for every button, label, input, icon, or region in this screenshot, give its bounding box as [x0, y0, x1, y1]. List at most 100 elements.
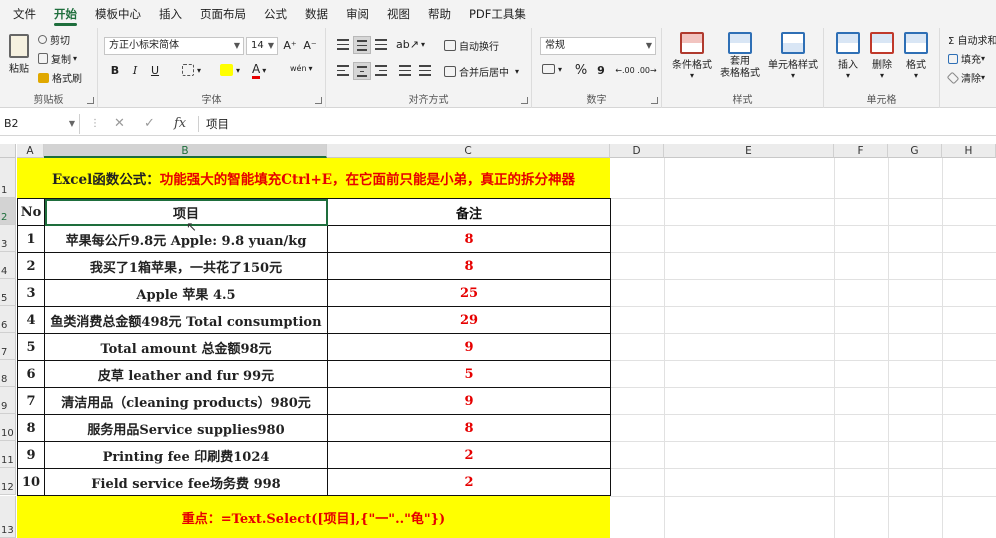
underline-button[interactable]: U [146, 62, 164, 80]
cell-no[interactable]: 4 [17, 306, 45, 334]
alignment-launcher-icon[interactable] [521, 97, 528, 104]
merge-center-button[interactable]: 合并后居中 ▾ [444, 64, 519, 79]
menu-tab[interactable]: PDF工具集 [460, 0, 535, 28]
cell-no[interactable]: 3 [17, 279, 45, 307]
menu-tab[interactable]: 视图 [378, 0, 419, 28]
menu-tab[interactable]: 页面布局 [191, 0, 255, 28]
shrink-font-button[interactable]: A⁻ [301, 37, 319, 55]
conditional-format-button[interactable]: 条件格式 ▾ [666, 32, 718, 80]
column-header[interactable]: H [942, 144, 996, 158]
insert-cells-button[interactable]: 插入 ▾ [832, 32, 864, 80]
orientation-button[interactable]: ab↗ ▾ [396, 38, 425, 51]
cell-note[interactable]: 8 [327, 252, 611, 280]
row-header[interactable]: 13 [0, 496, 16, 538]
column-header[interactable]: D [610, 144, 664, 158]
menu-tab[interactable]: 公式 [255, 0, 296, 28]
align-top-icon[interactable] [334, 36, 352, 54]
row-header[interactable]: 9 [0, 387, 16, 414]
row-header[interactable]: 4 [0, 252, 16, 279]
row-header[interactable]: 8 [0, 360, 16, 387]
column-header[interactable]: F [834, 144, 888, 158]
number-format-combo[interactable]: 常规 ▼ [540, 37, 656, 55]
select-all-corner[interactable] [0, 144, 16, 158]
cell-note[interactable]: 9 [327, 387, 611, 415]
menu-tab[interactable]: 审阅 [337, 0, 378, 28]
cell-item[interactable]: Printing fee 印刷费1024 [44, 441, 328, 469]
align-bottom-icon[interactable] [372, 36, 390, 54]
column-header[interactable]: E [664, 144, 834, 158]
header-no[interactable]: No [17, 198, 45, 226]
title-cell[interactable]: Excel函数公式： 功能强大的智能填充Ctrl+E，在它面前只能是小弟，真正的拆… [17, 158, 610, 198]
align-middle-icon[interactable] [353, 36, 371, 54]
column-header[interactable]: B [44, 144, 327, 158]
row-header[interactable]: 12 [0, 468, 16, 495]
align-center-icon[interactable] [353, 62, 371, 80]
formula-note-cell[interactable]: 重点：=Text.Select([项目],{"一".."龟"}) [17, 496, 610, 538]
decrease-indent-icon[interactable] [396, 62, 414, 80]
cell-no[interactable]: 8 [17, 414, 45, 442]
autosum-button[interactable]: Σ 自动求和 [948, 32, 996, 47]
row-header[interactable]: 6 [0, 306, 16, 333]
cell-no[interactable]: 10 [17, 468, 45, 496]
cell-no[interactable]: 2 [17, 252, 45, 280]
clear-button[interactable]: 清除 ▾ [946, 70, 985, 85]
increase-decimal-button[interactable]: ←.00 [614, 62, 636, 80]
cell-item[interactable]: Field service fee场务费 998 [44, 468, 328, 496]
enter-icon[interactable]: ✓ [144, 114, 155, 134]
formula-input[interactable]: 项目 [206, 114, 229, 134]
format-painter-button[interactable]: 格式刷 [38, 70, 82, 85]
accounting-format-button[interactable]: ▾ [542, 64, 562, 74]
wrap-text-button[interactable]: 自动换行 [444, 38, 499, 53]
align-right-icon[interactable] [372, 62, 390, 80]
align-left-icon[interactable] [334, 62, 352, 80]
cell-note[interactable]: 5 [327, 360, 611, 388]
menu-tab[interactable]: 文件 [4, 0, 45, 28]
border-button[interactable]: ▾ [182, 64, 201, 76]
font-name-combo[interactable]: 方正小标宋简体 ▼ [104, 37, 244, 55]
column-header[interactable]: G [888, 144, 942, 158]
column-header[interactable]: A [17, 144, 44, 158]
font-launcher-icon[interactable] [315, 97, 322, 104]
column-header[interactable]: C [327, 144, 610, 158]
cancel-icon[interactable]: ✕ [114, 114, 125, 134]
cell-item[interactable]: Total amount 总金额98元 [44, 333, 328, 361]
cell-item[interactable]: 清洁用品（cleaning products）980元 [44, 387, 328, 415]
row-header[interactable]: 7 [0, 333, 16, 360]
row-header[interactable]: 1 [0, 158, 16, 198]
cell-no[interactable]: 6 [17, 360, 45, 388]
cell-no[interactable]: 5 [17, 333, 45, 361]
cell-note[interactable]: 9 [327, 333, 611, 361]
cell-note[interactable]: 8 [327, 414, 611, 442]
fill-color-button[interactable]: ▾ [220, 64, 240, 76]
clipboard-launcher-icon[interactable] [87, 97, 94, 104]
cell-note[interactable]: 2 [327, 468, 611, 496]
menu-tab[interactable]: 插入 [150, 0, 191, 28]
phonetic-button[interactable]: wén ▾ [290, 64, 313, 73]
bold-button[interactable]: B [106, 62, 124, 80]
font-color-button[interactable]: A ▾ [252, 62, 266, 79]
cell-item[interactable]: 皮草 leather and fur 99元 [44, 360, 328, 388]
menu-tab[interactable]: 帮助 [419, 0, 460, 28]
increase-indent-icon[interactable] [416, 62, 434, 80]
row-header[interactable]: 11 [0, 441, 16, 468]
row-header[interactable]: 2 [0, 198, 16, 225]
cell-no[interactable]: 7 [17, 387, 45, 415]
copy-button[interactable]: 复制 ▾ [38, 51, 77, 66]
menu-tab[interactable]: 开始 [45, 0, 86, 28]
cell-item[interactable]: 鱼类消费总金额498元 Total consumption [44, 306, 328, 334]
menu-tab[interactable]: 数据 [296, 0, 337, 28]
number-launcher-icon[interactable] [651, 97, 658, 104]
decrease-decimal-button[interactable]: .00→ [636, 62, 658, 80]
cell-no[interactable]: 1 [17, 225, 45, 253]
header-note[interactable]: 备注 [327, 198, 611, 226]
percent-button[interactable]: % [572, 62, 590, 80]
row-header[interactable]: 3 [0, 225, 16, 252]
cell-item[interactable]: Apple 苹果 4.5 [44, 279, 328, 307]
row-header[interactable]: 10 [0, 414, 16, 441]
more-options-icon[interactable]: ⋮ [90, 114, 100, 134]
fill-button[interactable]: 填充 ▾ [948, 51, 985, 66]
italic-button[interactable]: I [126, 62, 144, 80]
cell-item[interactable]: 我买了1箱苹果，一共花了150元 [44, 252, 328, 280]
cell-note[interactable]: 29 [327, 306, 611, 334]
comma-button[interactable]: 9 [592, 62, 610, 80]
